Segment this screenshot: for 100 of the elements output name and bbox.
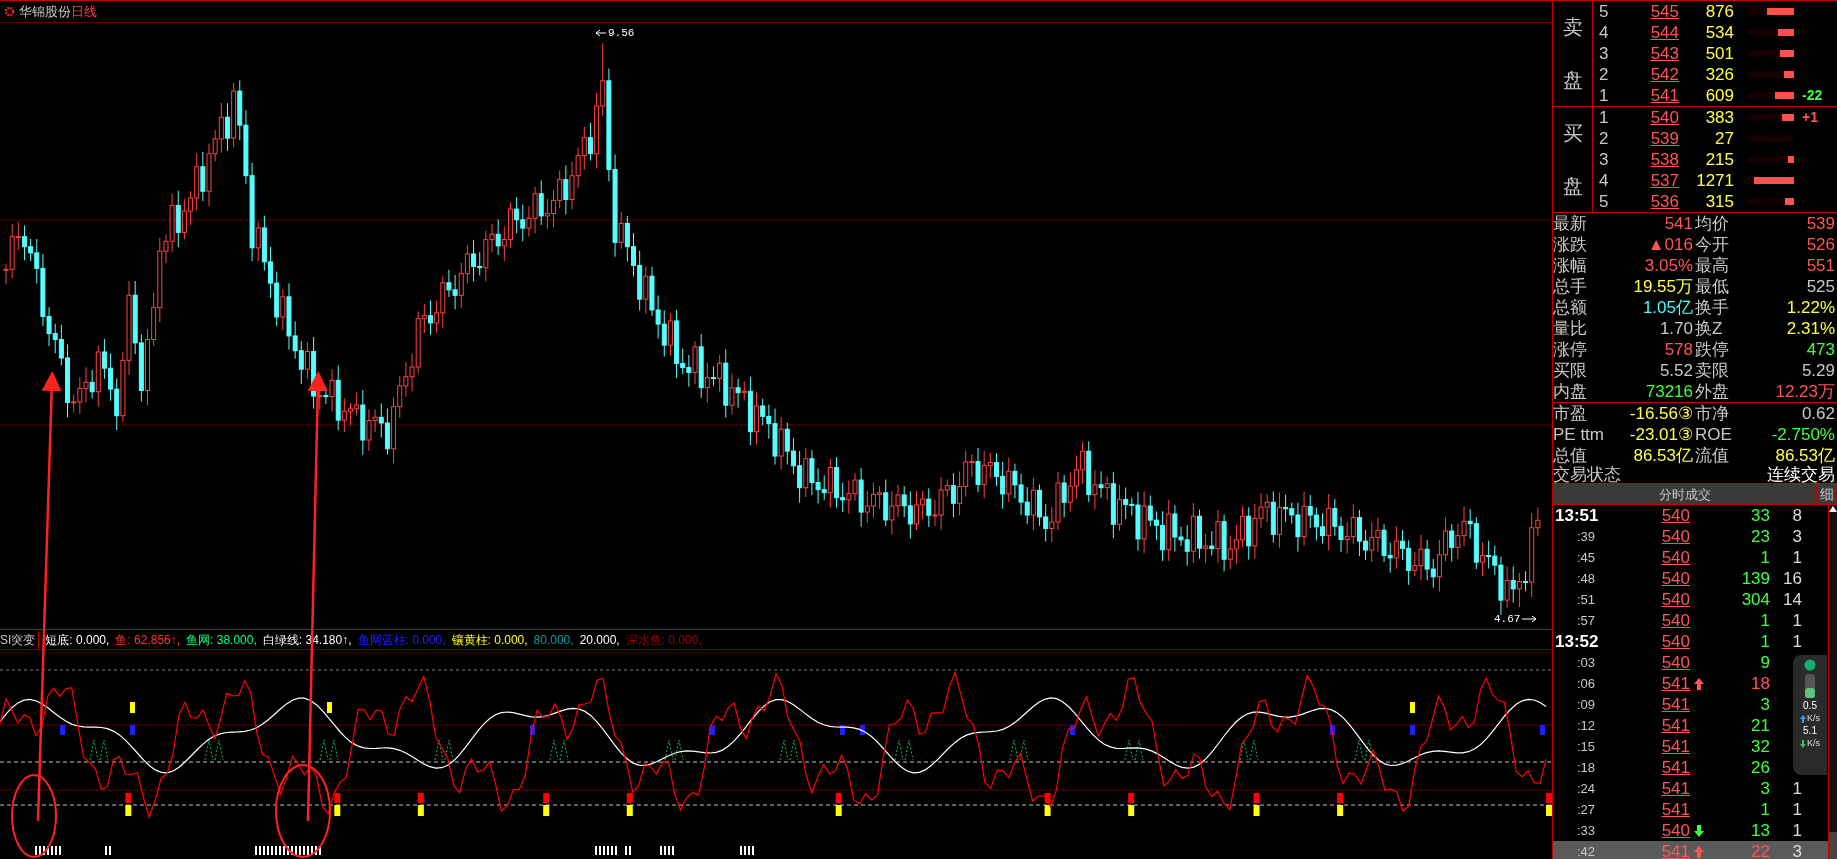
stat-label: 流值 (1695, 447, 1729, 464)
up-arrow-icon[interactable] (1829, 505, 1837, 513)
indicator-value: 镶黄柱: 0.000, (451, 631, 528, 649)
stat-value: 12.23万 (1775, 383, 1836, 400)
trade-volume: 26 (1750, 759, 1770, 776)
trade-volume: 18 (1750, 675, 1770, 692)
stat-value: 578 (1664, 341, 1694, 358)
level-number: 2 (1598, 127, 1610, 150)
trade-volume: 13 (1750, 822, 1770, 839)
trade-time: :18 (1576, 761, 1597, 774)
panel-title: 分时成交 (1658, 486, 1712, 504)
trade-count: 1 (1791, 801, 1803, 818)
stat-label: 总手 (1553, 278, 1587, 295)
side-label: 买 (1562, 121, 1583, 147)
stat-value: 551 (1806, 257, 1836, 274)
bid-ask-volume: 534 (1704, 21, 1734, 44)
trade-time: :06 (1576, 677, 1597, 690)
selected-trade-row[interactable]: :42 541 22 3 (1553, 841, 1828, 859)
trade-price: 541 (1660, 675, 1690, 692)
trade-price: 540 (1660, 633, 1690, 650)
trade-volume: 1 (1759, 801, 1770, 818)
level-number: 5 (1598, 190, 1610, 213)
scrollbar[interactable] (1828, 505, 1837, 859)
volume-change: +1 (1802, 108, 1818, 127)
speed-unit: K/s (1807, 714, 1820, 723)
trade-time: :45 (1576, 551, 1597, 564)
scroll-thumb[interactable] (1829, 832, 1837, 859)
high-price-label: 9.56 (608, 25, 635, 41)
indicator-value: 20.000, (579, 631, 620, 649)
trade-count: 1 (1791, 822, 1803, 839)
stat-value: -16.56③ (1629, 405, 1694, 422)
indicator-value: 鱼网: 38.000, (186, 631, 257, 649)
trade-time: :33 (1576, 824, 1597, 837)
bid-ask-volume: 215 (1704, 148, 1734, 171)
trade-volume: 3 (1759, 780, 1770, 797)
trade-volume: 304 (1740, 591, 1770, 608)
stat-label: 市盈 (1553, 405, 1587, 422)
trade-count: 3 (1791, 843, 1803, 859)
bid-ask-volume: 383 (1704, 106, 1734, 129)
trade-price: 540 (1660, 822, 1690, 839)
trade-count: 14 (1782, 591, 1803, 608)
bid-ask-volume: 1271 (1695, 169, 1734, 192)
stat-label: 换Z (1695, 320, 1723, 337)
stat-value: 19.55万 (1633, 278, 1694, 295)
upload-speed: 0.5 (1803, 701, 1817, 711)
stat-value: 2.31% (1786, 320, 1836, 337)
trade-time: :39 (1576, 530, 1597, 543)
stat-value: 5.52 (1659, 362, 1694, 379)
stat-value: 525 (1806, 278, 1836, 295)
trade-time: :12 (1576, 719, 1597, 732)
stat-value: 1.22% (1786, 299, 1836, 316)
stat-value: 86.53亿 (1775, 447, 1836, 464)
trade-price: 540 (1660, 549, 1690, 566)
trade-volume: 3 (1759, 696, 1770, 713)
trade-price: 540 (1660, 507, 1690, 524)
side-label: 卖 (1562, 15, 1583, 41)
level-number: 1 (1598, 84, 1610, 107)
stat-label: 总额 (1553, 299, 1587, 316)
stat-label: 最高 (1695, 257, 1729, 274)
detail-button[interactable]: 细 (1816, 484, 1836, 504)
trade-price: 541 (1660, 717, 1690, 734)
trade-count: 16 (1782, 570, 1803, 587)
trade-count: 1 (1791, 549, 1803, 566)
indicator-value: 80.000, (533, 631, 574, 649)
bid-ask-volume: 27 (1714, 127, 1734, 150)
stat-value: 541 (1664, 215, 1694, 232)
stat-label: 最新 (1553, 215, 1587, 232)
stat-label: 量比 (1553, 320, 1587, 337)
stat-value: 连续交易 (1767, 466, 1836, 483)
bid-ask-price: 545 (1649, 1, 1679, 23)
trade-count: 1 (1791, 780, 1803, 797)
trade-price: 541 (1660, 696, 1690, 713)
stat-label: 卖限 (1695, 362, 1729, 379)
trade-price: 541 (1660, 738, 1690, 755)
stat-value: 73216 (1645, 383, 1694, 400)
down-arrow-icon (1800, 739, 1806, 748)
gear-icon[interactable] (4, 6, 15, 17)
bid-ask-price: 537 (1649, 169, 1679, 192)
stat-label: 今开 (1695, 236, 1729, 253)
trade-time: :15 (1576, 740, 1597, 753)
stat-label: 涨幅 (1553, 257, 1587, 274)
trade-time: :42 (1576, 845, 1597, 858)
bid-ask-price: 544 (1649, 21, 1679, 44)
trade-price: 541 (1660, 801, 1690, 818)
trade-count: 1 (1791, 633, 1803, 650)
stat-value: -2.750% (1771, 426, 1836, 443)
download-speed: 5.1 (1803, 726, 1817, 736)
bid-ask-price: 538 (1649, 148, 1679, 171)
level-number: 3 (1598, 148, 1610, 171)
trade-time: 13:51 (1554, 507, 1600, 524)
stat-value: 5.29 (1801, 362, 1836, 379)
stat-value: -23.01③ (1629, 426, 1694, 443)
gauge-icon (1805, 674, 1815, 698)
low-price-label: 4.67 (1494, 611, 1521, 627)
level-number: 3 (1598, 42, 1610, 65)
trade-volume: 1 (1759, 549, 1770, 566)
bid-ask-volume: 876 (1704, 1, 1734, 23)
bid-ask-price: 539 (1649, 127, 1679, 150)
trade-price: 540 (1660, 591, 1690, 608)
bid-ask-volume: 609 (1704, 84, 1734, 107)
